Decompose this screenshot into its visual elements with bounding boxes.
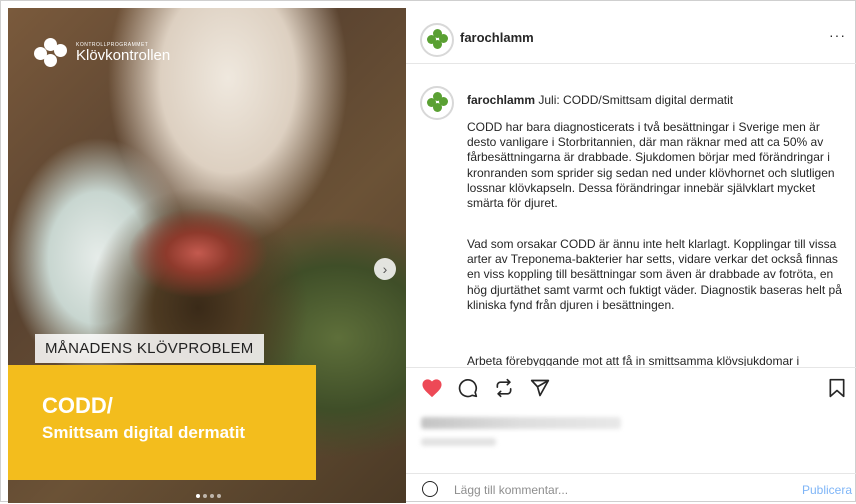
- post-date-redacted: [421, 438, 496, 446]
- caption-paragraph: CODD har bara diagnosticerats i två besä…: [467, 120, 835, 211]
- likes-count-redacted: [421, 417, 621, 429]
- heart-filled-icon[interactable]: [420, 376, 444, 400]
- avatar[interactable]: [420, 23, 454, 57]
- brand-logo: KONTROLLPROGRAMMET Klövkontrollen: [34, 38, 170, 68]
- comment-bar: Lägg till kommentar... Publicera: [406, 473, 856, 504]
- username-link[interactable]: farochlamm: [460, 30, 534, 45]
- brand-name: Klövkontrollen: [76, 47, 171, 64]
- send-icon[interactable]: [528, 376, 552, 400]
- post-comment-button[interactable]: Publicera: [802, 483, 852, 497]
- bookmark-icon[interactable]: [825, 376, 849, 400]
- post-frame: KONTROLLPROGRAMMET Klövkontrollen › MÅNA…: [0, 0, 856, 503]
- carousel-dot: [217, 494, 221, 498]
- caption-title: Juli: CODD/Smittsam digital dermatit: [538, 93, 734, 107]
- chevron-right-icon: ›: [382, 261, 388, 277]
- post-image[interactable]: KONTROLLPROGRAMMET Klövkontrollen › MÅNA…: [8, 8, 406, 503]
- image-title-line2: Smittsam digital dermatit: [42, 423, 246, 442]
- image-label: MÅNADENS KLÖVPROBLEM: [35, 334, 264, 363]
- post-caption: farochlamm Juli: CODD/Smittsam digital d…: [406, 64, 856, 366]
- post-details-panel: farochlamm ··· farochlamm Juli: CODD/Smi…: [406, 1, 856, 503]
- brand-logo-icon: [34, 38, 68, 68]
- image-title-banner: CODD/ Smittsam digital dermatit: [8, 365, 316, 480]
- repost-icon[interactable]: [492, 376, 516, 400]
- carousel-dot: [196, 494, 200, 498]
- emoji-icon[interactable]: [422, 481, 438, 497]
- caption-heading: farochlamm Juli: CODD/Smittsam digital d…: [467, 93, 733, 107]
- comment-input[interactable]: Lägg till kommentar...: [454, 483, 568, 497]
- ellipsis-icon[interactable]: ···: [829, 27, 846, 43]
- post-header: farochlamm ···: [406, 1, 856, 64]
- carousel-dot: [210, 494, 214, 498]
- caption-paragraph: Vad som orsakar CODD är ännu inte helt k…: [467, 237, 842, 312]
- next-image-button[interactable]: ›: [374, 258, 396, 280]
- carousel-dot: [203, 494, 207, 498]
- action-bar: [406, 367, 856, 408]
- comment-icon[interactable]: [456, 376, 480, 400]
- image-title-line1: CODD/: [42, 393, 113, 418]
- caption-username[interactable]: farochlamm: [467, 93, 535, 107]
- caption-paragraph: Arbeta förebyggande mot att få in smitts…: [467, 354, 800, 366]
- carousel-indicator: [196, 494, 221, 498]
- avatar[interactable]: [420, 86, 454, 120]
